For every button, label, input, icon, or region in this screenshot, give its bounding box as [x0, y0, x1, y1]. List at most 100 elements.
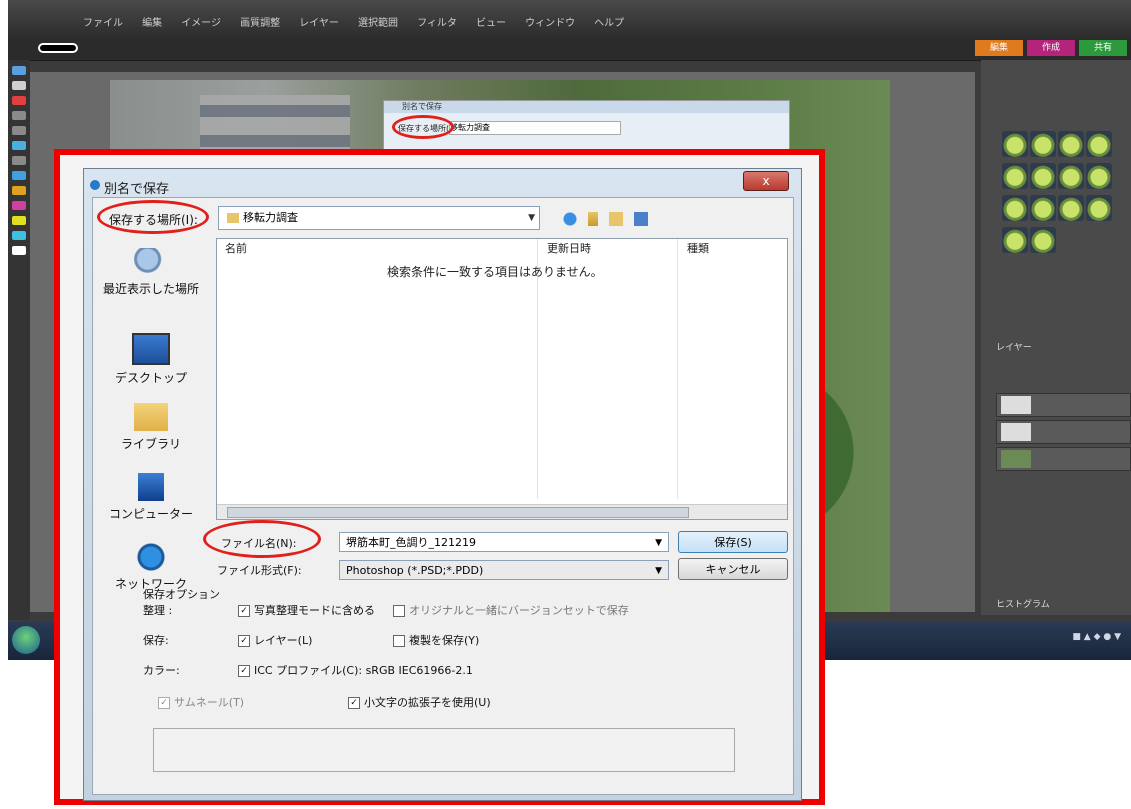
- filename-input[interactable]: 堺筋本町_色調り_121219 ▼: [339, 532, 669, 552]
- menu-window[interactable]: ウィンドウ: [525, 14, 575, 29]
- close-button[interactable]: x: [743, 171, 789, 191]
- color-swatch-icon[interactable]: [12, 246, 26, 255]
- effect-thumbnail[interactable]: [1002, 131, 1028, 157]
- cancel-button[interactable]: キャンセル: [678, 558, 788, 580]
- effect-thumbnail[interactable]: [1030, 163, 1056, 189]
- effect-thumbnail[interactable]: [1086, 195, 1112, 221]
- menu-filter[interactable]: フィルタ: [417, 14, 457, 29]
- right-panel: レイヤー ヒストグラム: [981, 60, 1131, 615]
- save-copy-label: 複製を保存(Y): [409, 634, 480, 647]
- zoom-tool-icon[interactable]: [12, 81, 26, 90]
- column-type[interactable]: 種類: [687, 239, 709, 259]
- effect-thumbnail[interactable]: [1058, 131, 1084, 157]
- place-computer-label: コンピューター: [108, 507, 193, 521]
- menu-edit[interactable]: 編集: [142, 14, 162, 29]
- new-folder-icon[interactable]: [609, 211, 624, 226]
- layers-list: [996, 390, 1131, 474]
- eraser-tool-icon[interactable]: [12, 201, 26, 210]
- menu-help[interactable]: ヘルプ: [594, 14, 624, 29]
- stamp-tool-icon[interactable]: [12, 171, 26, 180]
- checkbox-checked[interactable]: ✓: [238, 635, 250, 647]
- checkbox-checked[interactable]: ✓: [238, 605, 250, 617]
- column-name[interactable]: 名前: [225, 239, 247, 259]
- organize-label: 整理 :: [143, 604, 173, 617]
- save-button[interactable]: 保存(S): [678, 531, 788, 553]
- chevron-down-icon[interactable]: ▼: [655, 561, 662, 581]
- effect-thumbnail[interactable]: [1030, 131, 1056, 157]
- checkbox-checked[interactable]: ✓: [238, 665, 250, 677]
- recent-places-icon: [134, 248, 168, 276]
- checkbox-unchecked[interactable]: [393, 635, 405, 647]
- checkbox-unchecked[interactable]: [393, 605, 405, 617]
- filetype-select[interactable]: Photoshop (*.PSD;*.PDD) ▼: [339, 560, 669, 580]
- location-combo[interactable]: 移転力調査 ▼: [218, 206, 540, 230]
- effect-thumbnail[interactable]: [1002, 195, 1028, 221]
- start-button-icon[interactable]: [12, 626, 40, 654]
- place-libraries[interactable]: ライブラリ: [95, 403, 207, 452]
- effect-thumbnail[interactable]: [1030, 195, 1056, 221]
- menu-view[interactable]: ビュー: [476, 14, 506, 29]
- checkbox-checked[interactable]: ✓: [348, 697, 360, 709]
- save-copy-option[interactable]: 複製を保存(Y): [393, 632, 479, 648]
- icc-profile-option[interactable]: ✓ ICC プロファイル(C): sRGB IEC61966-2.1: [238, 662, 473, 678]
- menu-list: ファイル 編集 イメージ 画質調整 レイヤー 選択範囲 フィルタ ビュー ウィン…: [83, 11, 638, 30]
- up-folder-icon[interactable]: [588, 211, 599, 226]
- chevron-down-icon[interactable]: ▼: [528, 207, 535, 229]
- save-options-title: 保存オプション: [143, 588, 220, 601]
- navigation-icons: [563, 208, 654, 227]
- column-modified[interactable]: 更新日時: [547, 239, 591, 259]
- tab-edit[interactable]: 編集: [975, 40, 1023, 56]
- menu-file[interactable]: ファイル: [83, 14, 123, 29]
- layer-row[interactable]: [996, 393, 1131, 417]
- gradient-tool-icon[interactable]: [12, 231, 26, 240]
- menu-select[interactable]: 選択範囲: [358, 14, 398, 29]
- move-tool-icon[interactable]: [12, 66, 26, 75]
- effect-thumbnail[interactable]: [1086, 163, 1112, 189]
- scrollbar-thumb[interactable]: [227, 507, 689, 518]
- chevron-down-icon[interactable]: ▼: [655, 533, 662, 553]
- computer-icon: [138, 473, 164, 501]
- lowercase-extension-option[interactable]: ✓ 小文字の拡張子を使用(U): [348, 694, 491, 710]
- version-set-option[interactable]: オリジナルと一緒にバージョンセットで保存: [393, 602, 629, 618]
- eyedropper-tool-icon[interactable]: [12, 96, 26, 105]
- effect-thumbnail[interactable]: [1058, 195, 1084, 221]
- place-network[interactable]: ネットワーク: [95, 543, 207, 592]
- lasso-tool-icon[interactable]: [12, 126, 26, 135]
- place-computer[interactable]: コンピューター: [95, 473, 207, 522]
- menu-enhance[interactable]: 画質調整: [240, 14, 280, 29]
- back-icon[interactable]: [563, 211, 577, 226]
- places-bar: 最近表示した場所 デスクトップ ライブラリ コンピューター ネットワーク: [95, 238, 207, 638]
- place-desktop[interactable]: デスクトップ: [95, 333, 207, 386]
- brush-preview-icon[interactable]: [38, 43, 78, 53]
- crop-tool-icon[interactable]: [12, 156, 26, 165]
- place-desktop-label: デスクトップ: [114, 371, 187, 385]
- place-recent[interactable]: 最近表示した場所: [95, 248, 207, 297]
- effect-thumbnail[interactable]: [1086, 131, 1112, 157]
- layer-thumbnail: [1001, 450, 1031, 468]
- effect-thumbnail[interactable]: [1002, 163, 1028, 189]
- menu-image[interactable]: イメージ: [181, 14, 221, 29]
- tab-share[interactable]: 共有: [1079, 40, 1127, 56]
- menu-layer[interactable]: レイヤー: [299, 14, 339, 29]
- quick-select-tool-icon[interactable]: [12, 141, 26, 150]
- tools-panel: [8, 60, 30, 620]
- effect-thumbnail[interactable]: [1030, 227, 1056, 253]
- brush-tool-icon[interactable]: [12, 186, 26, 195]
- tab-create[interactable]: 作成: [1027, 40, 1075, 56]
- horizontal-scrollbar[interactable]: [217, 504, 787, 519]
- layer-row[interactable]: [996, 420, 1131, 444]
- effect-thumbnail[interactable]: [1058, 163, 1084, 189]
- paint-bucket-tool-icon[interactable]: [12, 216, 26, 225]
- app-icon: [90, 180, 100, 190]
- view-menu-icon[interactable]: [634, 211, 649, 226]
- histogram-panel-title: ヒストグラム: [996, 600, 1050, 610]
- effect-thumbnail[interactable]: [1002, 227, 1028, 253]
- file-list[interactable]: 名前 更新日時 種類 検索条件に一致する項目はありません。: [216, 238, 788, 520]
- layer-row[interactable]: [996, 447, 1131, 471]
- marquee-tool-icon[interactable]: [12, 111, 26, 120]
- place-libraries-label: ライブラリ: [120, 437, 181, 451]
- layers-option[interactable]: ✓ レイヤー(L): [238, 632, 312, 648]
- icc-profile-label: ICC プロファイル(C): sRGB IEC61966-2.1: [254, 664, 473, 677]
- include-organizer-option[interactable]: ✓ 写真整理モードに含める: [238, 602, 375, 618]
- layers-panel-title: レイヤー: [996, 343, 1032, 353]
